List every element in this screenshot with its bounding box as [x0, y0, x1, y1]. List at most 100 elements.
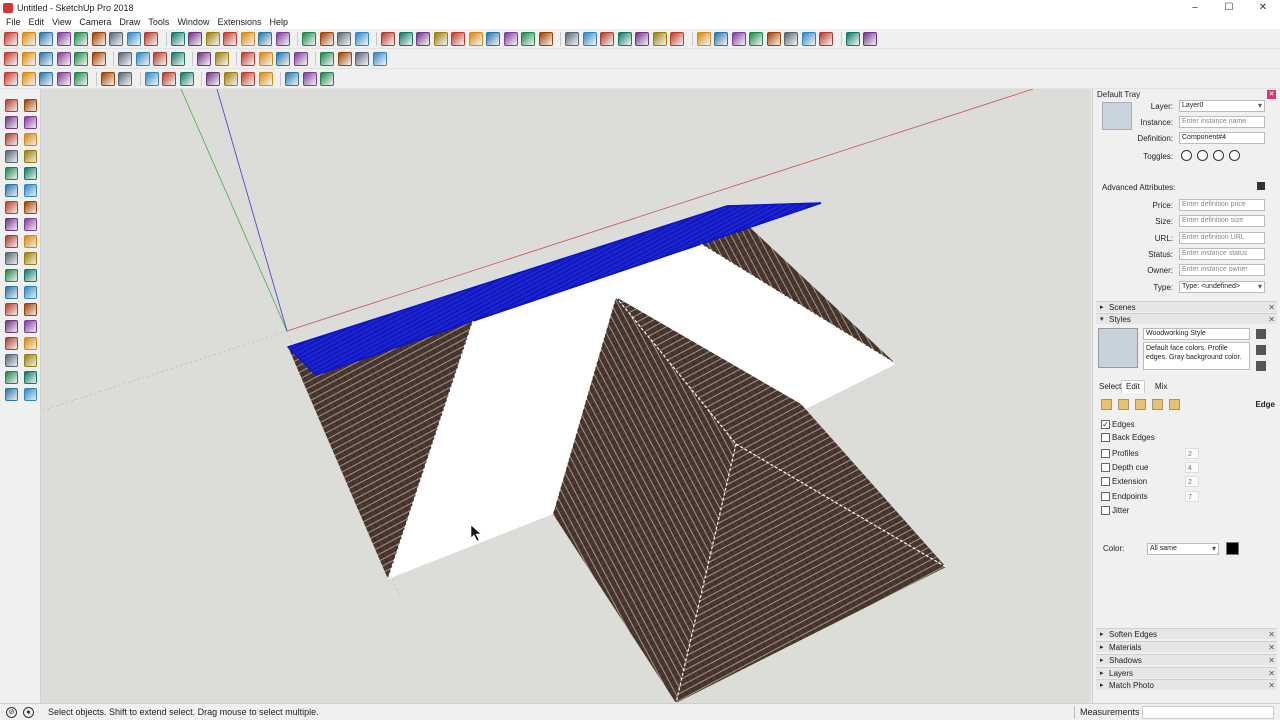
scale-icon[interactable]	[170, 31, 185, 46]
top-view-icon[interactable]	[451, 31, 465, 46]
checkbox-back-edges[interactable]: Back Edges	[1101, 432, 1271, 443]
cast-shadow-toggle-icon[interactable]	[1229, 150, 1240, 161]
line-icon[interactable]	[696, 31, 711, 46]
endpoints-value[interactable]: 7	[1185, 491, 1199, 502]
section-plane-icon[interactable]	[241, 51, 255, 66]
edge-color-swatch[interactable]	[1226, 542, 1239, 555]
circle-icon[interactable]	[5, 167, 18, 180]
smoove-icon[interactable]	[21, 51, 36, 66]
zoom-extents-icon[interactable]	[381, 31, 395, 46]
move-icon[interactable]	[5, 201, 18, 214]
pie-icon[interactable]	[24, 184, 37, 197]
receive-shadow-toggle-icon[interactable]	[1213, 150, 1224, 161]
hidden-toggle-icon[interactable]	[1181, 150, 1192, 161]
drape-icon[interactable]	[24, 388, 37, 401]
select-icon[interactable]	[21, 31, 36, 46]
trim-icon[interactable]	[56, 71, 71, 86]
shadows-icon[interactable]	[337, 51, 352, 66]
intersect-solid-icon[interactable]	[39, 71, 53, 86]
panel-scenes[interactable]: Scenes✕	[1096, 301, 1277, 313]
solid-tools-icon[interactable]	[4, 71, 18, 86]
stamp-icon[interactable]	[39, 51, 53, 66]
intersect-icon[interactable]	[784, 31, 798, 46]
rotate-icon[interactable]	[5, 218, 18, 231]
checkbox-jitter[interactable]: Jitter	[1101, 505, 1271, 516]
polygon-icon[interactable]	[24, 167, 37, 180]
cylinder-icon[interactable]	[135, 51, 150, 66]
status-input[interactable]: Enter instance status	[1179, 248, 1265, 260]
user-icon[interactable]: ●	[23, 706, 34, 718]
type-select[interactable]: Type: <undefined>	[1179, 281, 1265, 293]
orbit-icon[interactable]	[5, 303, 18, 316]
dimension-icon[interactable]	[24, 252, 37, 265]
push-pull-icon[interactable]	[24, 201, 37, 214]
url-input[interactable]: Enter definition URL	[1179, 232, 1265, 244]
face-settings-icon[interactable]	[1118, 399, 1129, 410]
rectangle-icon[interactable]	[5, 150, 18, 163]
push-pull-icon[interactable]	[109, 31, 123, 46]
jitter-checkbox[interactable]	[1101, 506, 1110, 515]
scenes-icon[interactable]	[320, 51, 334, 66]
minimize-button[interactable]: –	[1178, 0, 1212, 15]
stamp-icon[interactable]	[5, 388, 18, 401]
walk-icon[interactable]	[24, 337, 37, 350]
back-edges-icon[interactable]	[582, 31, 597, 46]
look-around-icon[interactable]	[162, 71, 176, 86]
freehand-icon[interactable]	[749, 31, 763, 46]
style-description-field[interactable]: Default face colors. Profile edges. Gray…	[1143, 342, 1250, 370]
select-icon[interactable]	[5, 99, 18, 112]
iso-view-icon[interactable]	[433, 31, 448, 46]
match-photo-icon[interactable]	[372, 51, 387, 66]
front-view-icon[interactable]	[468, 31, 483, 46]
union-icon[interactable]	[801, 31, 816, 46]
scene-canvas[interactable]	[41, 89, 1091, 703]
size-input[interactable]: Enter definition size	[1179, 215, 1265, 227]
color-select[interactable]: All same	[1147, 543, 1219, 555]
polygon-icon[interactable]	[731, 31, 746, 46]
component-icon[interactable]	[197, 51, 211, 66]
maximize-button[interactable]: ☐	[1212, 0, 1246, 15]
label-icon[interactable]	[118, 71, 132, 86]
previous-view-icon[interactable]	[398, 31, 413, 46]
back-view-icon[interactable]	[503, 31, 518, 46]
menu-view[interactable]: View	[48, 15, 75, 29]
outliner-icon[interactable]	[293, 51, 308, 66]
arc-icon[interactable]	[5, 184, 18, 197]
layer-select[interactable]: Layer0	[1179, 100, 1265, 112]
section-icon[interactable]	[24, 354, 37, 367]
protractor-icon[interactable]	[223, 31, 237, 46]
watermark-settings-icon[interactable]	[1152, 399, 1163, 410]
tab-mix[interactable]: Mix	[1151, 381, 1171, 393]
rotate-icon[interactable]	[144, 31, 158, 46]
section-cut-icon[interactable]	[206, 71, 220, 86]
wireframe-icon[interactable]	[600, 31, 614, 46]
pin-icon[interactable]	[1257, 182, 1265, 190]
menu-tools[interactable]: Tools	[144, 15, 173, 29]
checkbox-extension[interactable]: Extension 2	[1101, 476, 1271, 487]
subtract-icon[interactable]	[819, 31, 833, 46]
face-style-icon[interactable]	[258, 71, 273, 86]
tape-measure-icon[interactable]	[205, 31, 220, 46]
move-icon[interactable]	[126, 31, 141, 46]
profiles-value[interactable]: 2	[1185, 448, 1199, 459]
3d-text-icon[interactable]	[275, 31, 290, 46]
refresh-style-icon[interactable]	[1256, 361, 1266, 371]
zoom-icon[interactable]	[5, 320, 18, 333]
tray-close-icon[interactable]: ✕	[1267, 90, 1276, 99]
menu-help[interactable]: Help	[265, 15, 292, 29]
fog-icon[interactable]	[355, 51, 369, 66]
price-input[interactable]: Enter definition price	[1179, 199, 1265, 211]
background-settings-icon[interactable]	[1135, 399, 1146, 410]
component-icon[interactable]	[24, 99, 37, 112]
warehouse-icon[interactable]	[845, 31, 860, 46]
right-view-icon[interactable]	[486, 31, 500, 46]
back-edges-checkbox[interactable]	[1101, 433, 1110, 442]
extension-icon[interactable]	[863, 31, 877, 46]
monochrome-icon[interactable]	[670, 31, 684, 46]
menu-draw[interactable]: Draw	[115, 15, 144, 29]
flip-edge-icon[interactable]	[91, 51, 106, 66]
checkbox-edges[interactable]: ✓ Edges	[1101, 419, 1271, 430]
outer-shell-icon[interactable]	[21, 71, 36, 86]
create-style-icon[interactable]	[1256, 345, 1266, 355]
watermark-icon[interactable]	[302, 71, 317, 86]
